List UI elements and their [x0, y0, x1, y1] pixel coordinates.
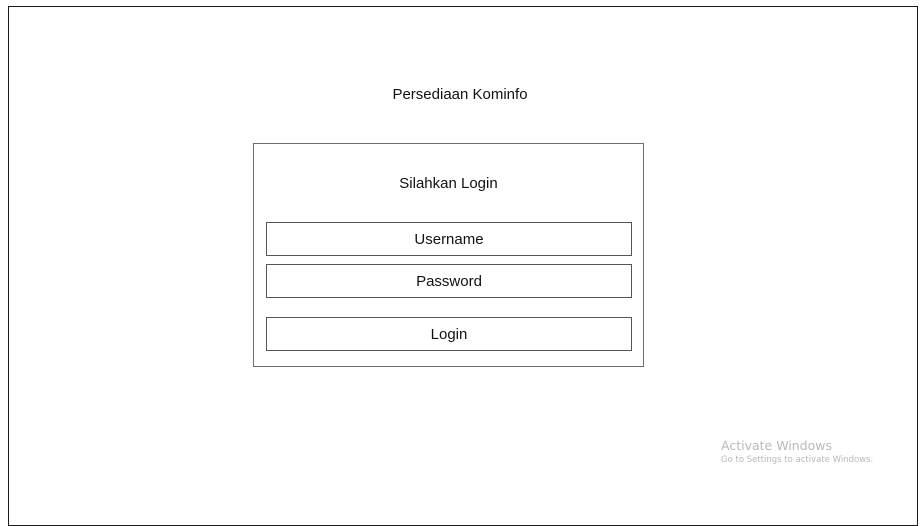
app-title: Persediaan Kominfo [392, 86, 528, 103]
username-label: Username [414, 230, 484, 248]
password-label: Password [416, 272, 482, 290]
activate-windows-watermark: Activate Windows Go to Settings to activ… [721, 438, 873, 466]
username-field[interactable]: Username [266, 222, 632, 256]
login-button-label: Login [430, 325, 468, 343]
login-card: Silahkan Login Username Password Login [253, 143, 644, 367]
watermark-title: Activate Windows [721, 438, 832, 453]
login-button[interactable]: Login [266, 317, 632, 351]
login-heading: Silahkan Login [399, 175, 498, 192]
password-field[interactable]: Password [266, 264, 632, 298]
watermark-subtitle: Go to Settings to activate Windows. [721, 455, 874, 465]
